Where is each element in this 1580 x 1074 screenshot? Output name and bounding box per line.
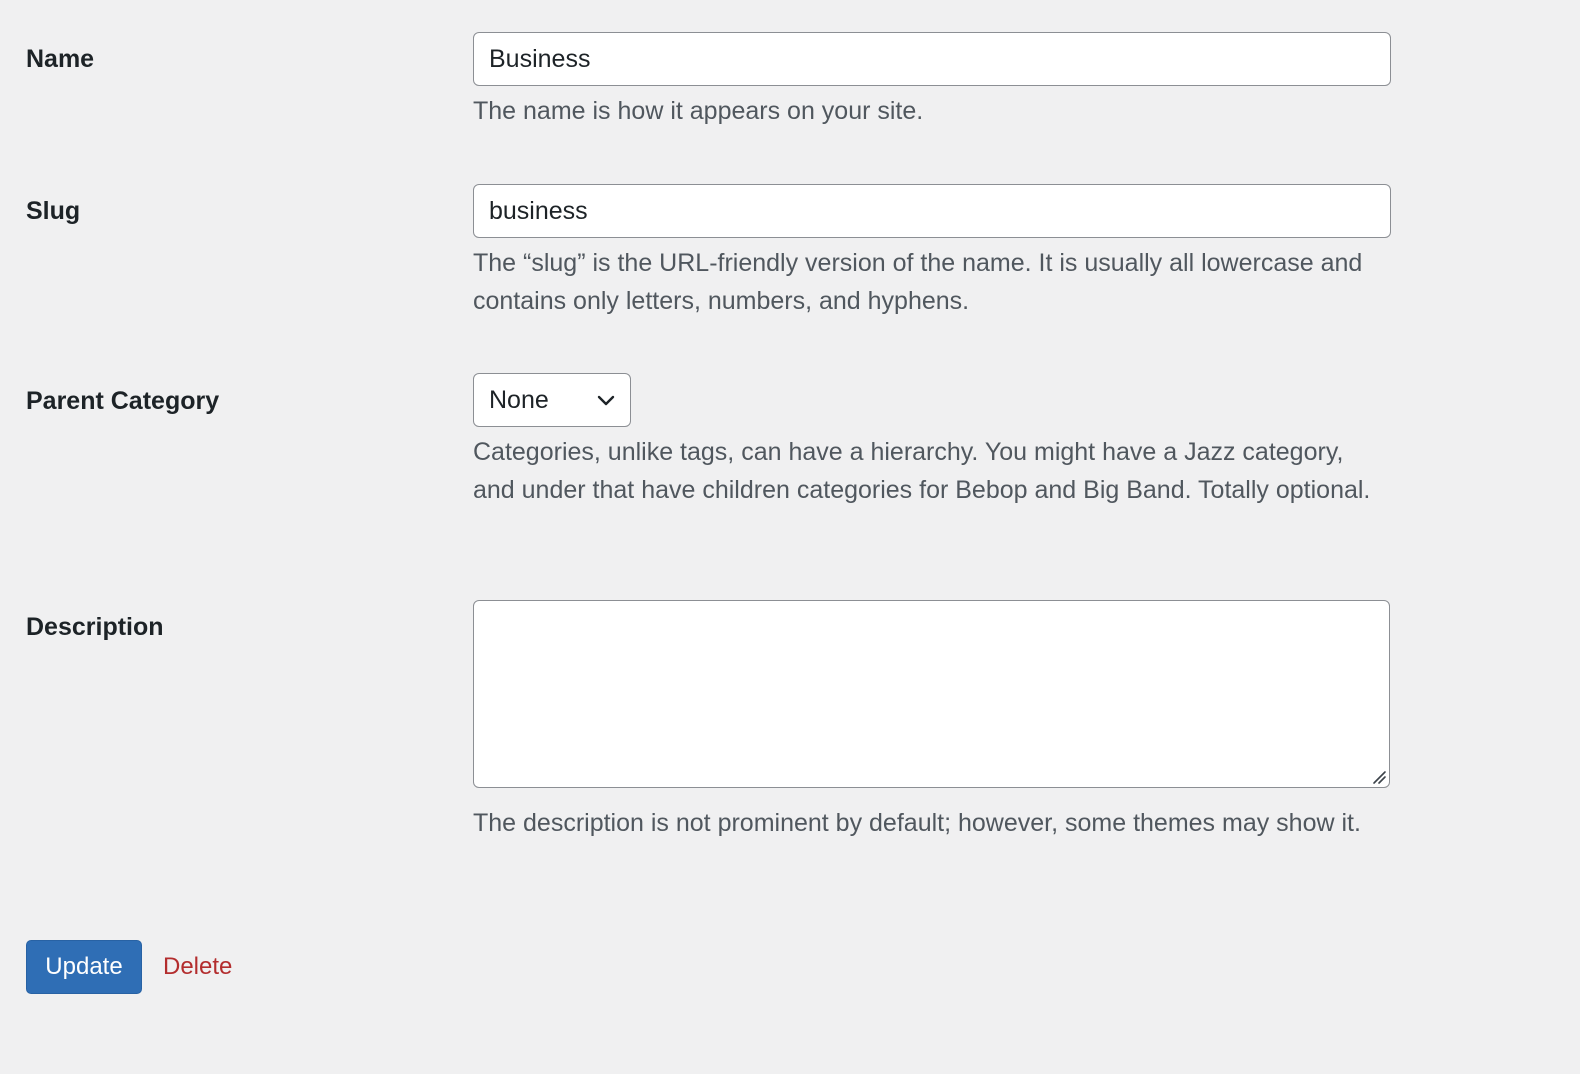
slug-help-text: The “slug” is the URL-friendly version o… xyxy=(473,249,1363,315)
parent-category-help-text: Categories, unlike tags, can have a hier… xyxy=(473,438,1371,504)
name-label: Name xyxy=(26,45,95,73)
parent-category-field-group: None Categories, unlike tags, can have a… xyxy=(473,373,1391,509)
chevron-down-icon xyxy=(597,395,615,406)
parent-category-label: Parent Category xyxy=(26,387,220,415)
description-field-group: The description is not prominent by defa… xyxy=(473,600,1391,842)
slug-label: Slug xyxy=(26,197,81,225)
description-textarea[interactable] xyxy=(473,600,1390,788)
description-label: Description xyxy=(26,613,164,641)
parent-category-selected-value: None xyxy=(489,385,549,414)
parent-category-select[interactable]: None xyxy=(473,373,631,427)
delete-link[interactable]: Delete xyxy=(163,952,232,982)
name-field-group: The name is how it appears on your site. xyxy=(473,32,1391,130)
resize-handle-icon[interactable] xyxy=(1371,769,1387,785)
name-help-text: The name is how it appears on your site. xyxy=(473,97,924,125)
description-help-text: The description is not prominent by defa… xyxy=(473,809,1361,837)
slug-field-group: The “slug” is the URL-friendly version o… xyxy=(473,184,1391,320)
slug-input[interactable] xyxy=(473,184,1391,238)
update-button[interactable]: Update xyxy=(26,940,142,994)
name-input[interactable] xyxy=(473,32,1391,86)
